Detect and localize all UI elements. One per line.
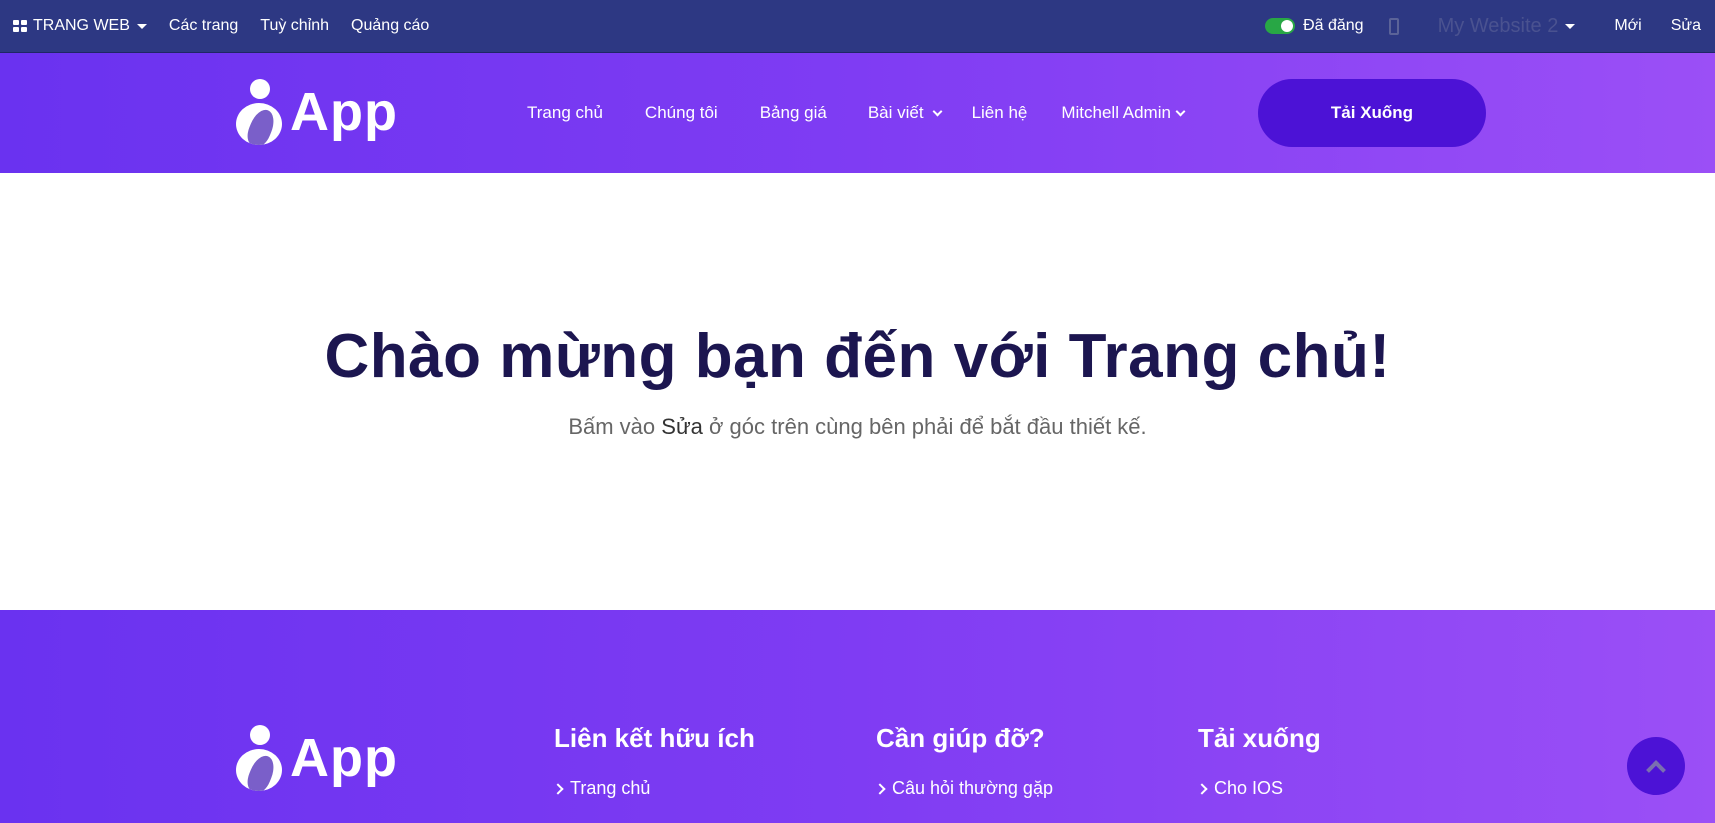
nav-item-home[interactable]: Trang chủ (527, 103, 603, 123)
download-button[interactable]: Tải Xuống (1258, 79, 1486, 147)
mobile-preview-icon[interactable] (1388, 17, 1399, 35)
admin-bar: TRANG WEB Các trang Tuỳ chỉnh Quảng cáo … (0, 0, 1715, 53)
logo-mark-icon (236, 725, 284, 791)
nav-item-about[interactable]: Chúng tôi (645, 103, 718, 123)
website-menu-label: TRANG WEB (33, 17, 130, 34)
footer-column-links: Liên kết hữu ích Trang chủ (552, 723, 755, 798)
pages-menu[interactable]: Các trang (158, 0, 249, 52)
footer-link[interactable]: Trang chủ (552, 778, 651, 799)
footer-link-label: Cho IOS (1214, 778, 1284, 798)
logo-text: App (290, 82, 398, 142)
scroll-to-top-button[interactable] (1627, 737, 1685, 795)
customize-menu[interactable]: Tuỳ chỉnh (249, 0, 340, 52)
header-logo[interactable]: App (236, 79, 398, 145)
hero-section: Chào mừng bạn đến với Trang chủ! Bấm vào… (0, 173, 1715, 610)
nav-item-blog-label: Bài viết (867, 103, 924, 122)
caret-down-icon (1565, 23, 1576, 29)
footer-link-label: Câu hỏi thường gặp (892, 778, 1053, 798)
publish-toggle[interactable]: Đã đăng (1252, 0, 1375, 52)
hero-subtitle-edit: Sửa (661, 414, 703, 439)
chevron-down-icon (932, 106, 943, 116)
footer-logo[interactable]: App (236, 725, 398, 791)
logo-text: App (290, 728, 398, 788)
footer-column-download: Tải xuống Cho IOS (1196, 723, 1321, 798)
arrow-up-icon (1646, 760, 1666, 780)
footer-column-title: Tải xuống (1198, 723, 1321, 753)
caret-down-icon (136, 23, 147, 29)
chevron-right-icon (874, 782, 886, 795)
hero-title: Chào mừng bạn đến với Trang chủ! (324, 322, 1391, 391)
website-switcher-label: My Website 2 (1437, 14, 1559, 37)
hero-subtitle-before: Bấm vào (568, 414, 662, 439)
chevron-right-icon (552, 782, 564, 795)
chevron-down-icon (1175, 106, 1186, 116)
grid-icon (13, 20, 27, 32)
footer-link-label: Trang chủ (570, 778, 651, 798)
site-header: App Trang chủ Chúng tôi Bảng giá Bài viế… (0, 53, 1715, 173)
logo-mark-icon (236, 79, 284, 145)
publish-label: Đã đăng (1303, 17, 1364, 34)
user-menu[interactable]: Mitchell Admin (1061, 103, 1186, 123)
site-footer: App Liên kết hữu ích Trang chủ Cần giúp … (0, 610, 1715, 823)
nav-item-contact[interactable]: Liên hệ (972, 103, 1028, 123)
chevron-right-icon (1196, 782, 1208, 795)
footer-column-title: Cần giúp đỡ? (876, 723, 1045, 753)
main-nav: Trang chủ Chúng tôi Bảng giá Bài viết Li… (527, 53, 1186, 173)
new-button[interactable]: Mới (1586, 0, 1652, 52)
footer-link[interactable]: Câu hỏi thường gặp (874, 778, 1053, 799)
user-menu-label: Mitchell Admin (1061, 103, 1171, 122)
website-switcher[interactable]: My Website 2 (1427, 0, 1587, 52)
hero-subtitle: Bấm vào Sửa ở góc trên cùng bên phải để … (0, 414, 1715, 440)
nav-item-blog[interactable]: Bài viết (867, 103, 943, 123)
website-menu[interactable]: TRANG WEB (0, 0, 158, 52)
footer-column-title: Liên kết hữu ích (554, 723, 755, 753)
hero-subtitle-after: ở góc trên cùng bên phải để bắt đầu thiế… (702, 414, 1147, 439)
promote-menu[interactable]: Quảng cáo (340, 0, 440, 52)
footer-column-help: Cần giúp đỡ? Câu hỏi thường gặp (874, 723, 1053, 798)
nav-item-pricing[interactable]: Bảng giá (760, 103, 827, 123)
edit-button[interactable]: Sửa (1653, 0, 1715, 52)
footer-link[interactable]: Cho IOS (1196, 778, 1284, 799)
toggle-switch[interactable] (1265, 18, 1296, 34)
